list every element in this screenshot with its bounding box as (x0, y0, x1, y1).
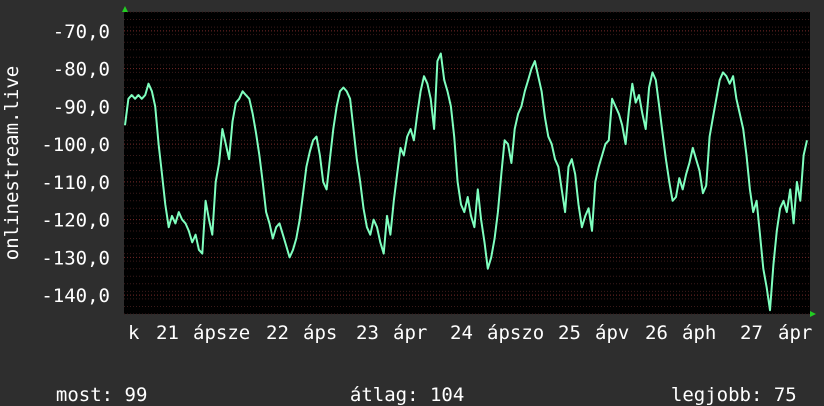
x-tick-label: k (128, 322, 140, 344)
stat-current-label: most: (55, 384, 114, 406)
x-tick-label: 23 (356, 322, 379, 344)
y-tick-label: -90,0 (53, 96, 110, 118)
x-tick-label: 21 (156, 322, 179, 344)
x-tick-labels: k 21 ápsze 22 áps 23 ápr 24 ápszo 25 ápv 26 áph 27 ápr (128, 322, 812, 344)
stat-best-label: legjobb: (670, 384, 763, 406)
y-tick-label: -100,0 (41, 134, 110, 156)
y-tick-label: -110,0 (41, 172, 110, 194)
chart: -70,0 -80,0 -90,0 -100,0 -110,0 -120,0 -130,0 -… (1, 6, 816, 344)
y-axis-label: onlinestream.live (1, 66, 23, 260)
x-tick-label: 26 (645, 322, 668, 344)
y-tick-label: -70,0 (53, 21, 110, 43)
x-tick-label: ápszo (487, 322, 544, 344)
stat-current: most: 99 (33, 362, 148, 406)
x-axis-arrow-icon (810, 311, 816, 317)
x-tick-label: 22 (266, 322, 289, 344)
x-tick-label: 25 (558, 322, 581, 344)
stat-best: legjobb: 75 (648, 362, 797, 406)
x-tick-label: ápr (778, 322, 812, 344)
stat-current-value: 99 (124, 384, 148, 406)
x-tick-label: ápr (393, 322, 427, 344)
x-tick-label: 24 (450, 322, 473, 344)
y-tick-label: -140,0 (41, 285, 110, 307)
x-tick-label: ápv (595, 322, 629, 344)
y-tick-label: -80,0 (53, 59, 110, 81)
x-tick-label: áps (303, 322, 337, 344)
y-axis-arrow-icon (122, 6, 128, 12)
stat-average-label: átlag: (349, 384, 419, 406)
y-tick-label: -120,0 (41, 210, 110, 232)
x-tick-label: áph (682, 322, 716, 344)
x-tick-label: ápsze (193, 322, 250, 344)
x-tick-label: 27 (740, 322, 763, 344)
stat-best-value: 75 (773, 384, 797, 406)
stat-average-value: 104 (429, 384, 465, 406)
y-tick-label: -130,0 (41, 247, 110, 269)
y-tick-labels: -70,0 -80,0 -90,0 -100,0 -110,0 -120,0 -130,0 -… (41, 21, 110, 307)
stat-average: átlag: 104 (327, 362, 464, 406)
